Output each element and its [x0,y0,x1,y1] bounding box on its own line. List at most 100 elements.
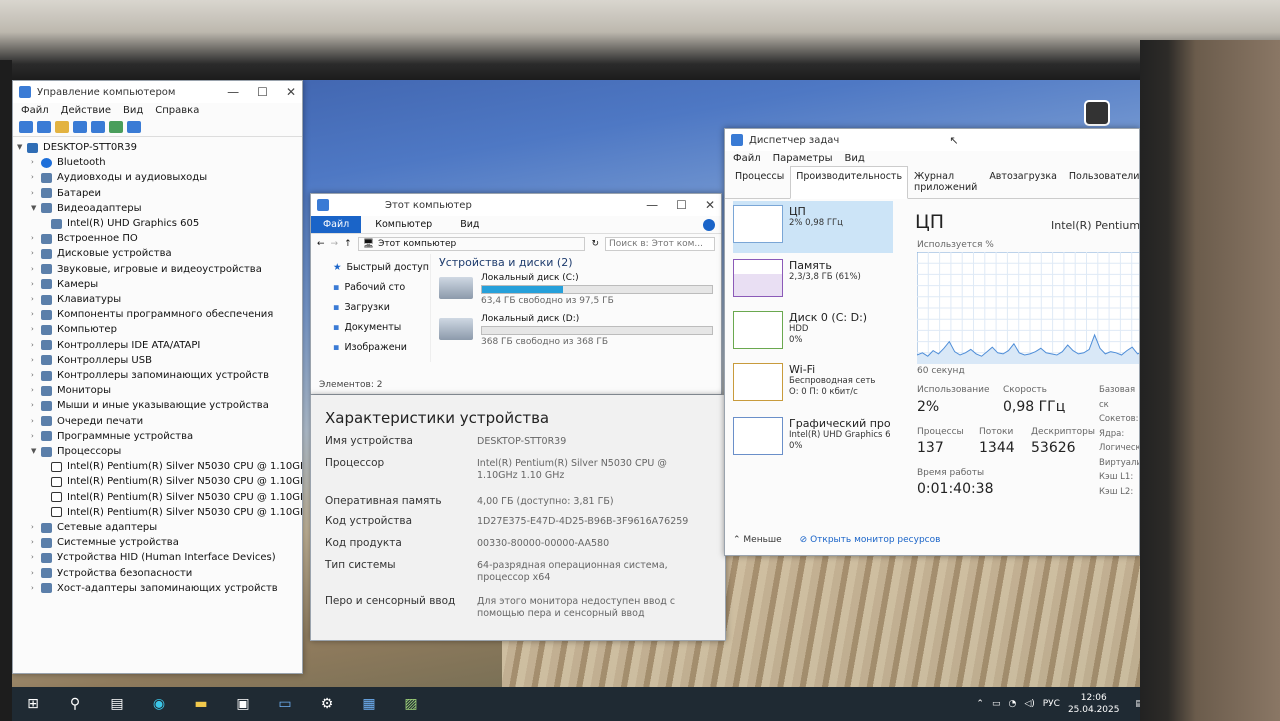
collapse-caret-icon[interactable]: ▼ [31,444,41,459]
expand-caret-icon[interactable]: › [31,535,41,550]
task-view-icon[interactable]: ▤ [96,687,138,721]
help-icon[interactable] [703,219,715,231]
expand-caret-icon[interactable]: › [31,338,41,353]
tree-category[interactable]: › Устройства безопасности [17,566,298,581]
menu-options[interactable]: Параметры [773,153,833,164]
nav-item[interactable]: ▪ Загрузки [333,298,430,318]
tree-device[interactable]: Intel(R) Pentium(R) Silver N5030 CPU @ 1… [17,505,302,520]
menu-view[interactable]: Вид [123,105,143,116]
expand-caret-icon[interactable]: › [31,566,41,581]
search-icon[interactable]: ⚲ [54,687,96,721]
expand-caret-icon[interactable]: › [31,414,41,429]
refresh-icon[interactable]: ↻ [591,239,599,249]
tree-category[interactable]: › Аудиовходы и аудиовыходы [17,170,298,185]
spec-value[interactable]: Intel(R) Pentium(R) Silver N5030 CPU @ 1… [477,458,701,482]
minimize-button[interactable]: — [227,85,239,99]
tree-device[interactable]: Intel(R) Pentium(R) Silver N5030 CPU @ 1… [17,459,302,474]
tree-category[interactable]: › Встроенное ПО [17,231,298,246]
close-button[interactable]: ✕ [286,85,296,99]
tab-performance[interactable]: Производительность [790,166,909,199]
computer-management-icon[interactable]: ▦ [348,687,390,721]
network-icon[interactable]: ◔ [1008,699,1016,709]
spec-value[interactable]: Для этого монитора недоступен ввод с пом… [477,596,701,620]
tree-category[interactable]: › Системные устройства [17,535,298,550]
expand-caret-icon[interactable]: › [31,170,41,185]
expand-caret-icon[interactable]: › [31,262,41,277]
expand-caret-icon[interactable]: › [31,292,41,307]
store-icon[interactable]: ▣ [222,687,264,721]
tree-category[interactable]: › Устройства HID (Human Interface Devices… [17,550,298,565]
fewer-details-button[interactable]: ⌃ Меньше [733,535,782,545]
tree-category[interactable]: › Программные устройства [17,429,298,444]
tree-category[interactable]: ▼ Видеоадаптеры [17,201,298,216]
show-hidden-icons-icon[interactable]: ⌃ [976,699,984,709]
drive-item[interactable]: Локальный диск (D:) 368 ГБ свободно из 36… [439,314,713,347]
task-manager-icon[interactable]: ▨ [390,687,432,721]
forward-arrow-icon[interactable]: → [331,239,339,249]
tree-category[interactable]: › Дисковые устройства [17,246,298,261]
expand-caret-icon[interactable]: › [31,520,41,535]
expand-caret-icon[interactable]: › [31,155,41,170]
file-explorer-icon[interactable]: ▬ [180,687,222,721]
nav-item[interactable]: ▪ Изображени [333,338,430,358]
section-header[interactable]: Устройства и диски (2) [439,256,713,269]
nav-item[interactable]: ▪ Рабочий сто [333,278,430,298]
forward-arrow-icon[interactable] [37,121,51,133]
tab-processes[interactable]: Процессы [729,166,790,198]
tree-category[interactable]: › Мыши и иные указывающие устройства [17,398,298,413]
ribbon-tab-view[interactable]: Вид [446,216,493,233]
close-button[interactable]: ✕ [705,198,715,212]
search-input[interactable] [605,237,715,251]
tab-users[interactable]: Пользователи [1063,166,1139,198]
tree-category[interactable]: › Контроллеры запоминающих устройств [17,368,298,383]
ribbon-tab-file[interactable]: Файл [311,216,362,233]
nav-item[interactable]: ★ Быстрый доступ [333,258,430,278]
expand-caret-icon[interactable]: › [31,246,41,261]
expand-caret-icon[interactable]: › [31,581,41,596]
edge-browser-icon[interactable]: ◉ [138,687,180,721]
ribbon-tab-computer[interactable]: Компьютер [361,216,446,233]
open-resource-monitor-link[interactable]: ⊘ Открыть монитор ресурсов [800,535,941,545]
menu-file[interactable]: Файл [733,153,761,164]
this-pc-icon[interactable]: ▭ [264,687,306,721]
folder-icon[interactable] [55,121,69,133]
expand-caret-icon[interactable]: › [31,383,41,398]
expand-caret-icon[interactable]: › [31,322,41,337]
spec-value[interactable]: 64-разрядная операционная система, проце… [477,560,701,584]
tree-category[interactable]: › Компоненты программного обеспечения [17,307,298,322]
menu-action[interactable]: Действие [61,105,111,116]
refresh-icon[interactable] [109,121,123,133]
collapse-caret-icon[interactable]: ▼ [17,140,27,155]
menu-help[interactable]: Справка [155,105,199,116]
start-windows-icon[interactable]: ⊞ [12,687,54,721]
tree-device[interactable]: Intel(R) Pentium(R) Silver N5030 CPU @ 1… [17,490,302,505]
monitor-icon[interactable] [127,121,141,133]
spec-value[interactable]: DESKTOP-STT0R39 [477,436,701,448]
back-arrow-icon[interactable] [19,121,33,133]
tab-app-history[interactable]: Журнал приложений [908,166,983,198]
maximize-button[interactable]: ☐ [676,198,687,212]
tree-category[interactable]: › Контроллеры USB [17,353,298,368]
tree-category[interactable]: › Хост-адаптеры запоминающих устройств [17,581,298,596]
expand-caret-icon[interactable]: › [31,353,41,368]
maximize-button[interactable]: ☐ [257,85,268,99]
menu-file[interactable]: Файл [21,105,49,116]
spec-value[interactable]: 4,00 ГБ (доступно: 3,81 ГБ) [477,496,701,508]
drive-item[interactable]: Локальный диск (C:) 63,4 ГБ свободно из 9… [439,273,713,306]
expand-caret-icon[interactable]: › [31,231,41,246]
notifications-icon[interactable]: ▤2 [1135,699,1140,709]
minimize-button[interactable]: — [646,198,658,212]
expand-caret-icon[interactable]: › [31,186,41,201]
help-icon[interactable] [91,121,105,133]
expand-caret-icon[interactable]: › [31,368,41,383]
tree-device[interactable]: Intel(R) UHD Graphics 605 [17,216,298,231]
volume-icon[interactable]: ◁) [1024,699,1034,709]
tree-category[interactable]: › Клавиатуры [17,292,298,307]
tree-category[interactable]: › Мониторы [17,383,298,398]
user-account-icon[interactable] [1084,100,1110,126]
battery-icon[interactable]: ▭ [992,699,1001,709]
expand-caret-icon[interactable]: › [31,277,41,292]
input-language[interactable]: РУС [1043,699,1060,709]
clock[interactable]: 12:06 25.04.2025 [1068,692,1120,716]
expand-caret-icon[interactable]: › [31,429,41,444]
